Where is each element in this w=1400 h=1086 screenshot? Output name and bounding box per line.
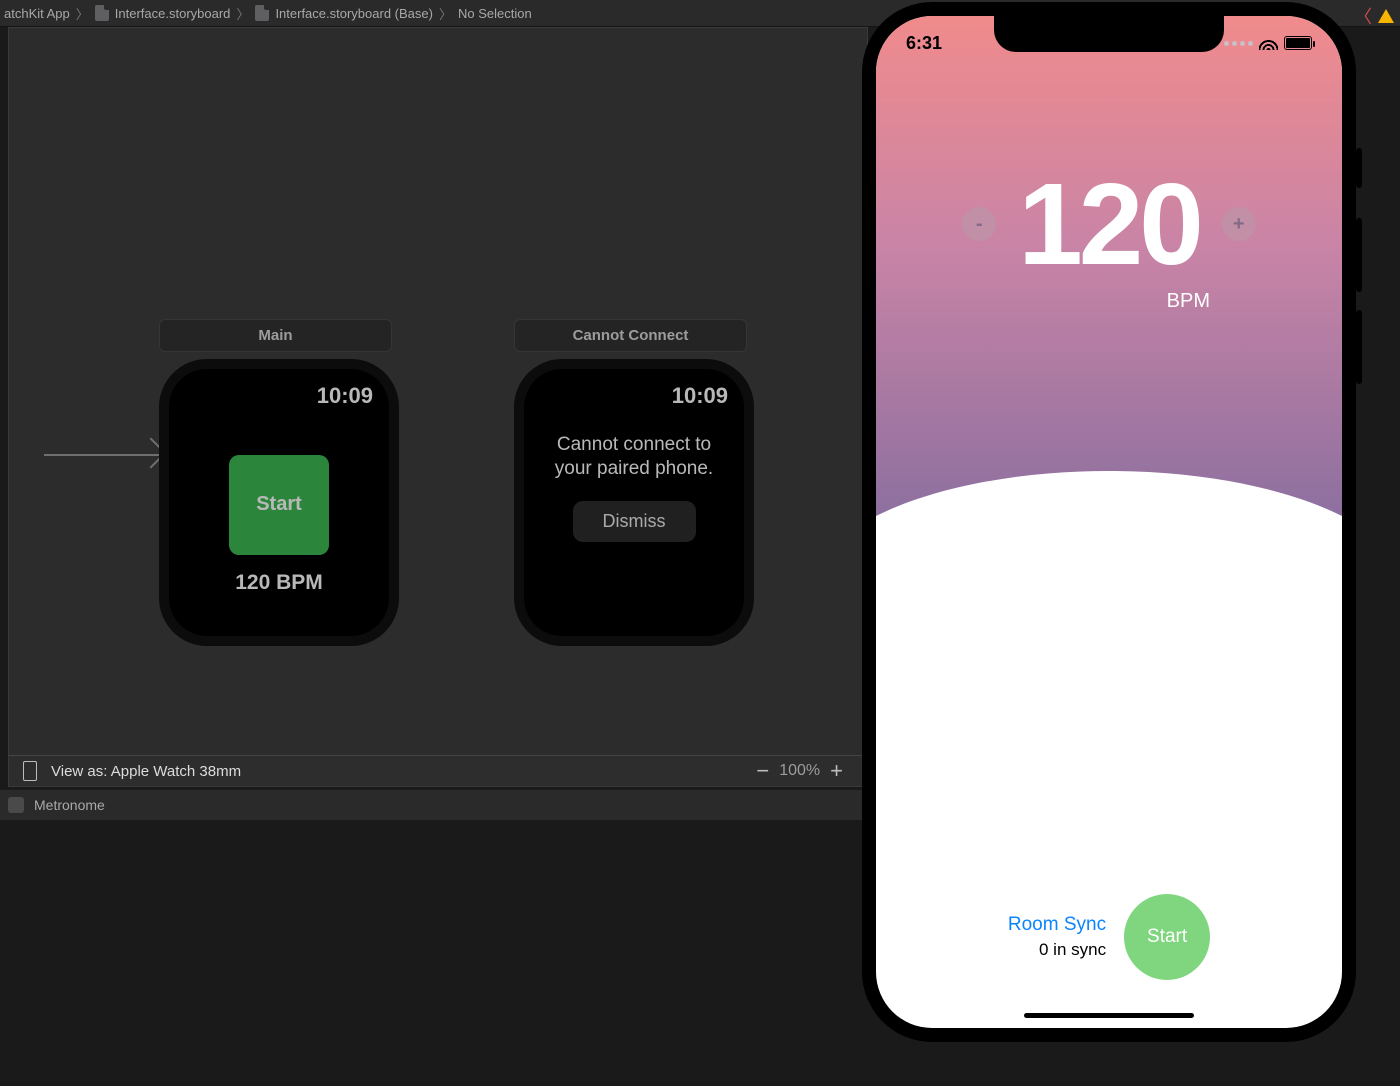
bpm-unit-label: BPM [1167, 290, 1210, 313]
chevron-right-icon: 〉 [76, 4, 89, 23]
bottom-controls: Room Sync 0 in sync Start [876, 894, 1342, 980]
view-as-label[interactable]: View as: Apple Watch 38mm [51, 763, 241, 780]
breadcrumb-label: Interface.storyboard (Base) [275, 6, 433, 21]
bpm-increase-button[interactable]: + [1222, 207, 1256, 241]
phone-screen[interactable]: 6:31 - 120 + BPM Room Sync 0 in sync Sta… [876, 16, 1342, 1028]
device-icon[interactable] [23, 761, 37, 781]
status-bar: 6:31 [876, 26, 1342, 60]
breadcrumb-item[interactable]: atchKit App [4, 6, 70, 21]
console-bar: Metronome [0, 789, 872, 820]
zoom-out-button[interactable]: − [746, 758, 779, 784]
wave-divider [876, 446, 1342, 566]
breadcrumb-label: atchKit App [4, 6, 70, 21]
target-icon[interactable] [8, 797, 24, 813]
canvas-toolbar: View as: Apple Watch 38mm − 100% + [9, 755, 867, 786]
sync-status: 0 in sync [1008, 940, 1106, 960]
breadcrumb-label: No Selection [458, 6, 532, 21]
breadcrumb-item[interactable]: Interface.storyboard [95, 5, 231, 21]
error-message: Cannot connect to your paired phone. [540, 433, 728, 481]
side-button [1356, 218, 1362, 292]
entry-arrow-icon [44, 454, 159, 456]
side-button [1356, 148, 1362, 188]
status-time: 6:31 [906, 33, 942, 54]
home-indicator[interactable] [1024, 1013, 1194, 1018]
nav-controls: 〈 [1354, 3, 1394, 29]
cell-signal-icon [1224, 41, 1253, 46]
iphone-simulator: 6:31 - 120 + BPM Room Sync 0 in sync Sta… [862, 2, 1356, 1042]
chevron-right-icon: 〉 [439, 4, 452, 23]
battery-icon [1284, 36, 1312, 50]
breadcrumb-item[interactable]: No Selection [458, 6, 532, 21]
bpm-label: 120 BPM [235, 571, 323, 595]
scene-title[interactable]: Main [159, 319, 392, 352]
side-button [1356, 310, 1362, 384]
file-icon [255, 5, 269, 21]
wifi-icon [1259, 36, 1278, 50]
watch-time: 10:09 [185, 383, 373, 409]
room-sync-link[interactable]: Room Sync [1008, 914, 1106, 936]
zoom-in-button[interactable]: + [820, 758, 853, 784]
breadcrumb-item[interactable]: Interface.storyboard (Base) [255, 5, 433, 21]
dismiss-button[interactable]: Dismiss [573, 501, 696, 542]
chevron-left-icon[interactable]: 〈 [1354, 3, 1372, 29]
bpm-control: - 120 + [876, 166, 1342, 282]
storyboard-canvas[interactable]: Main 10:09 Start 120 BPM Cannot Connect … [8, 27, 868, 787]
file-icon [95, 5, 109, 21]
watch-time: 10:09 [540, 383, 728, 409]
console-label: Metronome [34, 797, 105, 813]
start-button[interactable]: Start [1124, 894, 1210, 980]
start-button[interactable]: Start [229, 455, 329, 555]
watch-preview[interactable]: 10:09 Start 120 BPM [159, 359, 399, 646]
watch-preview[interactable]: 10:09 Cannot connect to your paired phon… [514, 359, 754, 646]
breadcrumb-label: Interface.storyboard [115, 6, 231, 21]
chevron-right-icon: 〉 [236, 4, 249, 23]
zoom-value[interactable]: 100% [779, 762, 820, 780]
bpm-decrease-button[interactable]: - [962, 207, 996, 241]
bpm-value: 120 [1018, 166, 1200, 282]
scene-title[interactable]: Cannot Connect [514, 319, 747, 352]
warning-icon[interactable] [1378, 9, 1394, 23]
